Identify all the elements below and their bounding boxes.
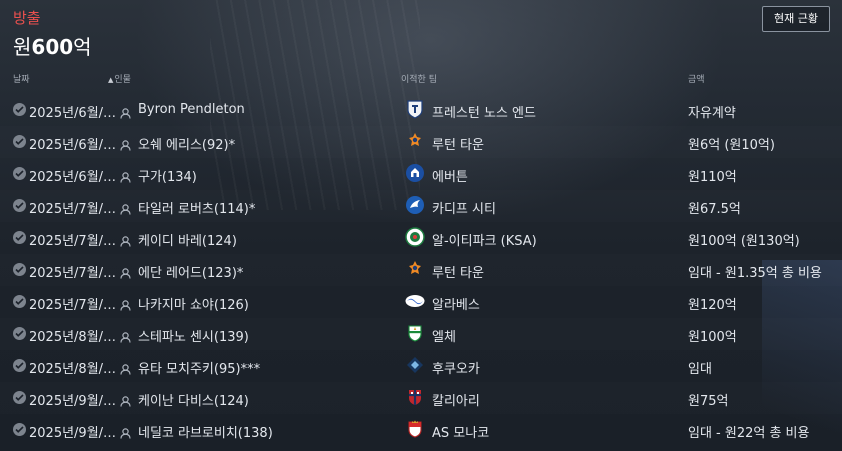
transfer-fee: 원67.5억 — [688, 202, 741, 217]
check-circle-icon — [13, 135, 26, 148]
person-icon — [120, 232, 131, 247]
column-header-team[interactable]: 이적한 팀 — [401, 72, 437, 85]
destination-team-link[interactable]: 루턴 타운 — [432, 262, 484, 281]
column-header-date[interactable]: 날짜 — [13, 72, 30, 85]
person-icon — [120, 328, 131, 343]
section-title: 방출 — [13, 9, 41, 27]
al-ettifaq-crest-icon — [405, 227, 425, 247]
check-circle-icon — [13, 199, 26, 212]
transfer-row[interactable]: 2025년/8월/… 유타 모치주키(95)*** 후쿠오카 임대 — [0, 350, 842, 382]
transfer-date: 2025년/7월/… — [29, 298, 117, 313]
person-icon — [120, 104, 131, 119]
transfer-fee: 원110억 — [688, 170, 737, 185]
column-header-person[interactable]: ▲인물 — [108, 72, 131, 85]
player-name-link[interactable]: 네딜코 라브로비치(138) — [138, 422, 273, 441]
cagliari-crest-icon — [405, 387, 425, 407]
transfer-row[interactable]: 2025년/6월/… 구가(134) 에버튼 원110억 — [0, 158, 842, 190]
person-icon — [120, 200, 131, 215]
transfer-row[interactable]: 2025년/6월/… 오쉐 에리스(92)* 루턴 타운 원6억 (원10억) — [0, 126, 842, 158]
transfer-fee: 임대 - 원22억 총 비용 — [688, 426, 810, 441]
check-circle-icon — [13, 423, 26, 436]
cardiff-crest-icon — [405, 195, 425, 215]
transfer-row[interactable]: 2025년/7월/… 타일러 로버츠(114)* 카디프 시티 원67.5억 — [0, 190, 842, 222]
player-name-link[interactable]: 유타 모치주키(95)*** — [138, 358, 260, 377]
check-circle-icon — [13, 167, 26, 180]
destination-team-link[interactable]: AS 모나코 — [432, 422, 489, 441]
transfer-date: 2025년/8월/… — [29, 362, 117, 377]
transfer-date: 2025년/7월/… — [29, 234, 117, 249]
player-name-link[interactable]: 케이난 다비스(124) — [138, 390, 249, 409]
transfer-row[interactable]: 2025년/7월/… 에단 레어드(123)* 루턴 타운 임대 - 원1.35억 총… — [0, 254, 842, 286]
elche-crest-icon — [405, 323, 425, 343]
everton-crest-icon — [405, 163, 425, 183]
player-name-link[interactable]: 나카지마 쇼야(126) — [138, 294, 249, 313]
person-icon — [120, 296, 131, 311]
transfer-row[interactable]: 2025년/9월/… 네딜코 라브로비치(138) AS 모나코 임대 - 원22억 … — [0, 414, 842, 446]
transfers-out-panel: 방출 원600억 현재 근황 날짜 ▲인물 이적한 팀 금액 2025년/6월/… — [0, 0, 842, 451]
destination-team-link[interactable]: 카디프 시티 — [432, 198, 496, 217]
transfer-fee: 임대 - 원1.35억 총 비용 — [688, 266, 822, 281]
check-circle-icon — [13, 391, 26, 404]
person-icon — [120, 424, 131, 439]
destination-team-link[interactable]: 엘체 — [432, 326, 456, 345]
transfer-fee: 원75억 — [688, 394, 729, 409]
current-status-button[interactable]: 현재 근황 — [762, 6, 830, 32]
transfer-date: 2025년/6월/… — [29, 138, 117, 153]
destination-team-link[interactable]: 알라베스 — [432, 294, 480, 313]
transfer-date: 2025년/7월/… — [29, 202, 117, 217]
transfer-fee: 원100억 (원130억) — [688, 234, 800, 249]
transfer-date: 2025년/6월/… — [29, 106, 117, 121]
destination-team-link[interactable]: 루턴 타운 — [432, 134, 484, 153]
check-circle-icon — [13, 263, 26, 276]
transfer-fee: 임대 — [688, 362, 712, 377]
person-icon — [120, 168, 131, 183]
transfer-fee: 원100억 — [688, 330, 737, 345]
player-name-link[interactable]: 구가(134) — [138, 166, 197, 185]
player-name-link[interactable]: 스테파노 센시(139) — [138, 326, 249, 345]
player-name-link[interactable]: 에단 레어드(123)* — [138, 262, 243, 281]
monaco-crest-icon — [405, 419, 425, 439]
player-name-link[interactable]: 오쉐 에리스(92)* — [138, 134, 235, 153]
player-name-link[interactable]: 타일러 로버츠(114)* — [138, 198, 255, 217]
transfer-row[interactable]: 2025년/8월/… 스테파노 센시(139) 엘체 원100억 — [0, 318, 842, 350]
transfer-fee: 원120억 — [688, 298, 737, 313]
destination-team-link[interactable]: 프레스턴 노스 엔드 — [432, 102, 536, 121]
check-circle-icon — [13, 231, 26, 244]
transfer-date: 2025년/9월/… — [29, 426, 117, 441]
destination-team-link[interactable]: 에버튼 — [432, 166, 468, 185]
person-icon — [120, 264, 131, 279]
check-circle-icon — [13, 359, 26, 372]
person-icon — [120, 360, 131, 375]
transfer-fee: 자유계약 — [688, 106, 736, 121]
transfer-row[interactable]: 2025년/9월/… 케이난 다비스(124) 칼리아리 원75억 — [0, 382, 842, 414]
total-outgoing-value: 원600억 — [13, 35, 92, 59]
luton-crest-icon — [405, 131, 425, 151]
destination-team-link[interactable]: 후쿠오카 — [432, 358, 480, 377]
person-icon — [120, 392, 131, 407]
sort-ascending-icon: ▲ — [108, 76, 114, 84]
luton-crest-icon — [405, 259, 425, 279]
transfer-fee: 원6억 (원10억) — [688, 138, 775, 153]
transfer-date: 2025년/9월/… — [29, 394, 117, 409]
preston-crest-icon — [405, 99, 425, 119]
transfer-date: 2025년/6월/… — [29, 170, 117, 185]
transfer-date: 2025년/7월/… — [29, 266, 117, 281]
destination-team-link[interactable]: 알-이티파크 (KSA) — [432, 230, 537, 249]
destination-team-link[interactable]: 칼리아리 — [432, 390, 480, 409]
check-circle-icon — [13, 327, 26, 340]
player-name-link[interactable]: 케이디 바레(124) — [138, 230, 237, 249]
person-icon — [120, 136, 131, 151]
column-header-fee[interactable]: 금액 — [688, 72, 705, 85]
player-name-link[interactable]: Byron Pendleton — [138, 102, 245, 117]
transfer-row[interactable]: 2025년/6월/… Byron Pendleton 프레스턴 노스 엔드 자유계약 — [0, 94, 842, 126]
check-circle-icon — [13, 103, 26, 116]
transfer-row[interactable]: 2025년/7월/… 케이디 바레(124) 알-이티파크 (KSA) 원100억 (… — [0, 222, 842, 254]
alaves-crest-icon — [405, 291, 425, 311]
fukuoka-crest-icon — [405, 355, 425, 375]
check-circle-icon — [13, 295, 26, 308]
transfer-date: 2025년/8월/… — [29, 330, 117, 345]
transfer-row[interactable]: 2025년/7월/… 나카지마 쇼야(126) 알라베스 원120억 — [0, 286, 842, 318]
